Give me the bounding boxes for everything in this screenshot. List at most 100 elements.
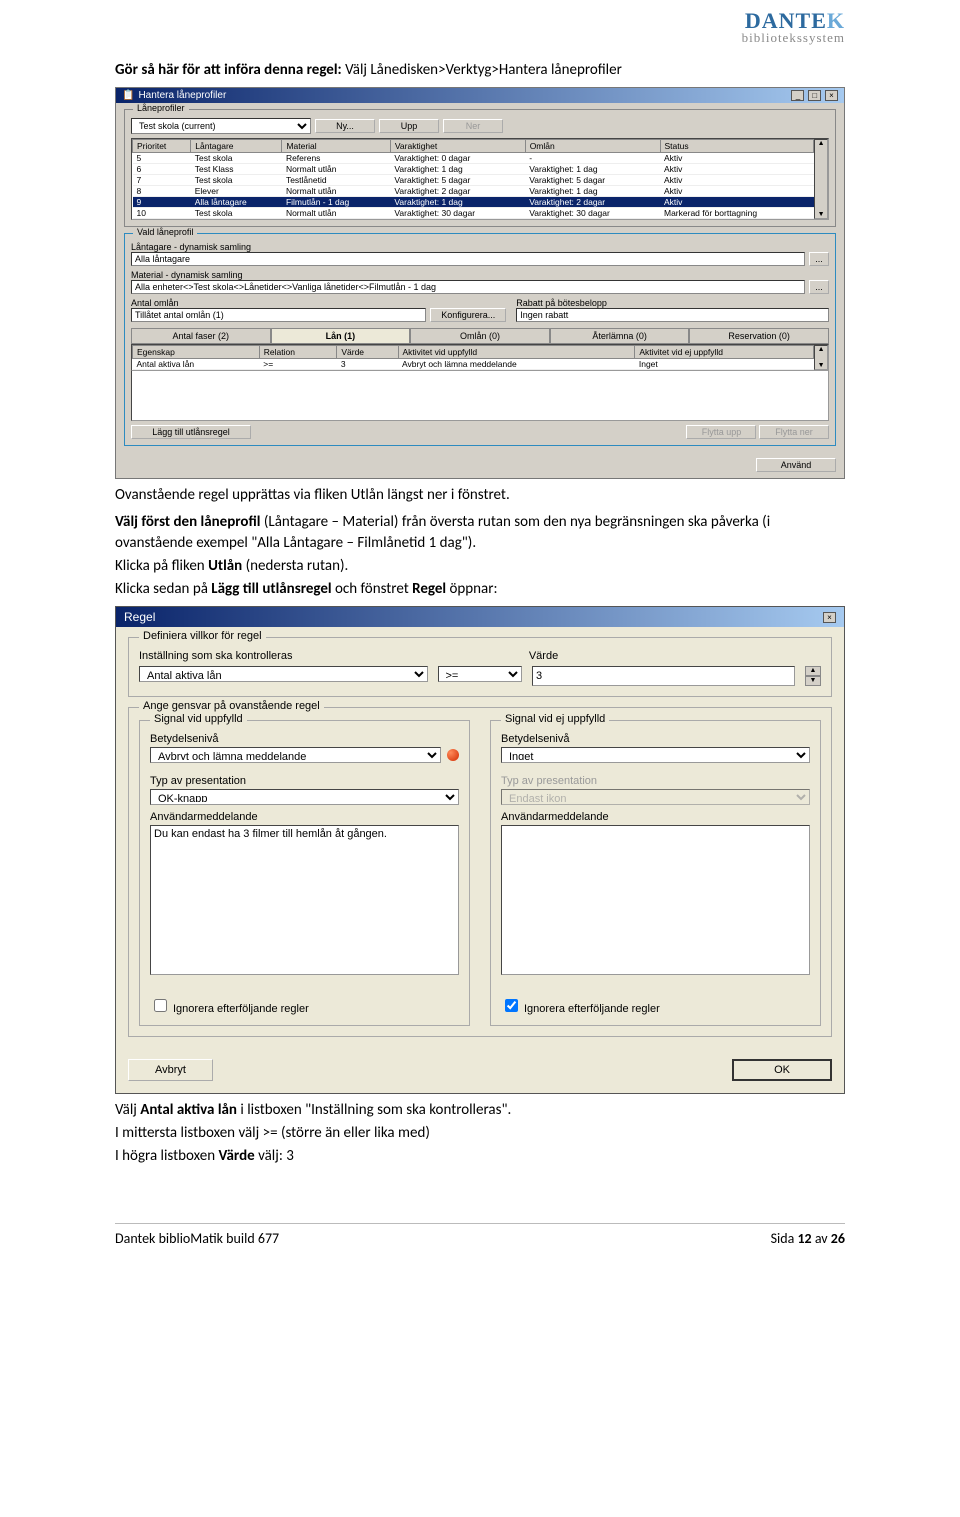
brand-header: DANTEK bibliotekssystem <box>742 8 845 46</box>
lookup-button[interactable]: ... <box>809 252 829 266</box>
upp-button[interactable]: Upp <box>379 119 439 133</box>
betydelseniva-label: Betydelsenivå <box>150 733 459 745</box>
spin-up-icon[interactable]: ▲ <box>805 666 821 676</box>
typ-label-disabled: Typ av presentation <box>501 775 810 787</box>
tab[interactable]: Omlån (0) <box>410 328 550 343</box>
rules-table[interactable]: EgenskapRelationVärdeAktivitet vid uppfy… <box>132 345 814 370</box>
varde-input[interactable] <box>532 666 795 686</box>
table-row[interactable]: 7Test skolaTestlånetidVaraktighet: 5 dag… <box>133 175 814 186</box>
typ-presentation-select-disabled: Endast ikon <box>501 789 810 805</box>
table-row[interactable]: 6Test KlassNormalt utlånVaraktighet: 1 d… <box>133 164 814 175</box>
ny-button[interactable]: Ny... <box>315 119 375 133</box>
group-legend: Signal vid ej uppfylld <box>501 713 609 725</box>
anvand-button[interactable]: Använd <box>756 458 836 472</box>
material-field[interactable] <box>131 280 805 294</box>
definiera-villkor-group: Definiera villkor för regel Inställning … <box>128 637 832 697</box>
col-header[interactable]: Relation <box>259 346 337 359</box>
regel-dialog: Regel × Definiera villkor för regel Inst… <box>115 606 845 1094</box>
footer-left: Dantek biblioMatik build 677 <box>115 1230 279 1247</box>
tab[interactable]: Lån (1) <box>271 328 411 343</box>
tabs: Antal faser (2)Lån (1)Omlån (0)Återlämna… <box>131 328 829 344</box>
col-header[interactable]: Omlån <box>525 140 660 153</box>
betydelseniva-select[interactable]: Avbryt och lämna meddelande <box>150 747 441 763</box>
after-p1: Välj Antal aktiva lån i listboxen "Instä… <box>115 1100 845 1121</box>
scrollbar[interactable]: ▲▼ <box>814 345 828 370</box>
col-header[interactable]: Aktivitet vid ej uppfylld <box>635 346 814 359</box>
ignorera-label: Ignorera efterföljande regler <box>524 1003 660 1015</box>
group-legend: Vald låneprofil <box>133 227 197 237</box>
betydelseniva-label: Betydelsenivå <box>501 733 810 745</box>
col-header[interactable]: Värde <box>337 346 398 359</box>
dialog-title: Regel <box>124 610 155 624</box>
paragraph-1: Ovanstående regel upprättas via fliken U… <box>115 485 845 506</box>
typ-label: Typ av presentation <box>150 775 459 787</box>
table-row[interactable]: Antal aktiva lån>=3Avbryt och lämna medd… <box>133 359 814 370</box>
antal-omlan-field[interactable] <box>131 308 426 322</box>
group-legend: Signal vid uppfylld <box>150 713 247 725</box>
varde-label: Värde <box>529 650 793 662</box>
rabatt-field[interactable] <box>516 308 829 322</box>
typ-presentation-select[interactable]: OK-knapp <box>150 789 459 805</box>
col-header[interactable]: Låntagare <box>191 140 282 153</box>
material-label: Material - dynamisk samling <box>131 270 829 280</box>
profiles-table[interactable]: PrioritetLåntagareMaterialVaraktighetOml… <box>132 139 814 219</box>
ignorera-checkbox-ej[interactable] <box>505 999 518 1012</box>
col-header[interactable]: Material <box>282 140 390 153</box>
close-icon[interactable]: × <box>823 612 836 623</box>
lantagare-field[interactable] <box>131 252 805 266</box>
table-row[interactable]: 10Test skolaNormalt utlånVaraktighet: 30… <box>133 208 814 219</box>
tab[interactable]: Återlämna (0) <box>550 328 690 343</box>
tab[interactable]: Antal faser (2) <box>131 328 271 343</box>
flytta-upp-button[interactable]: Flytta upp <box>686 425 756 439</box>
tab[interactable]: Reservation (0) <box>689 328 829 343</box>
lantagare-label: Låntagare - dynamisk samling <box>131 242 829 252</box>
intro-lead: Gör så här för att införa denna regel: <box>115 61 342 79</box>
ok-button[interactable]: OK <box>732 1059 832 1081</box>
ignorera-label: Ignorera efterföljande regler <box>173 1003 309 1015</box>
brand-sub: bibliotekssystem <box>742 30 845 46</box>
rabatt-label: Rabatt på bötesbelopp <box>516 298 829 308</box>
spin-down-icon[interactable]: ▼ <box>805 676 821 686</box>
col-header[interactable]: Varaktighet <box>390 140 525 153</box>
group-legend: Definiera villkor för regel <box>139 630 266 642</box>
vald-laneprofil-group: Vald låneprofil Låntagare - dynamisk sam… <box>124 233 836 446</box>
group-legend: Låneprofiler <box>133 103 189 113</box>
laneprofiler-group: Låneprofiler Test skola (current) Ny... … <box>124 109 836 227</box>
after-p3: I högra listboxen Värde välj: 3 <box>115 1146 845 1167</box>
maximize-icon[interactable]: □ <box>808 90 821 101</box>
col-header[interactable]: Status <box>660 140 814 153</box>
lookup-button[interactable]: ... <box>809 280 829 294</box>
installning-label: Inställning som ska kontrolleras <box>139 650 430 662</box>
intro-trail: Välj Lånedisken>Verktyg>Hantera låneprof… <box>342 61 622 79</box>
hantera-laneprofiler-window: 📋Hantera låneprofiler _ □ × Låneprofiler… <box>115 87 845 479</box>
col-header[interactable]: Aktivitet vid uppfylld <box>398 346 635 359</box>
profile-select[interactable]: Test skola (current) <box>131 118 311 134</box>
table-row[interactable]: 5Test skolaReferensVaraktighet: 0 dagar-… <box>133 153 814 164</box>
titlebar[interactable]: 📋Hantera låneprofiler _ □ × <box>116 88 844 103</box>
avbryt-button[interactable]: Avbryt <box>128 1059 213 1081</box>
close-icon[interactable]: × <box>825 90 838 101</box>
titlebar[interactable]: Regel × <box>116 607 844 627</box>
after-p2: I mittersta listboxen välj >= (större än… <box>115 1123 845 1144</box>
ignorera-checkbox-uppfylld[interactable] <box>154 999 167 1012</box>
signal-uppfylld-group: Signal vid uppfylld Betydelsenivå Avbryt… <box>139 720 470 1026</box>
scrollbar[interactable]: ▲▼ <box>814 139 828 219</box>
lagg-till-utlansregel-button[interactable]: Lägg till utlånsregel <box>131 425 251 439</box>
page-footer: Dantek biblioMatik build 677 Sida 12 av … <box>115 1223 845 1247</box>
konfigurera-button[interactable]: Konfigurera... <box>430 308 506 322</box>
col-header[interactable]: Prioritet <box>133 140 191 153</box>
betydelseniva-select-ej[interactable]: Inget <box>501 747 810 763</box>
paragraph-3: Klicka på fliken Utlån (nedersta rutan). <box>115 556 845 577</box>
installning-select[interactable]: Antal aktiva lån <box>139 666 428 682</box>
table-row[interactable]: 8EleverNormalt utlånVaraktighet: 2 dagar… <box>133 186 814 197</box>
col-header[interactable]: Egenskap <box>133 346 260 359</box>
paragraph-2: Välj först den låneprofil (Låntagare – M… <box>115 512 845 554</box>
flytta-ner-button[interactable]: Flytta ner <box>759 425 829 439</box>
table-row[interactable]: 9Alla låntagareFilmutlån - 1 dagVaraktig… <box>133 197 814 208</box>
anvandarmeddelande-label: Användarmeddelande <box>150 811 459 823</box>
relation-select[interactable]: >= <box>438 666 523 682</box>
minimize-icon[interactable]: _ <box>791 90 804 101</box>
ner-button[interactable]: Ner <box>443 119 503 133</box>
anvandarmeddelande-textarea-ej[interactable] <box>501 825 810 975</box>
anvandarmeddelande-textarea[interactable]: Du kan endast ha 3 filmer till hemlån åt… <box>150 825 459 975</box>
